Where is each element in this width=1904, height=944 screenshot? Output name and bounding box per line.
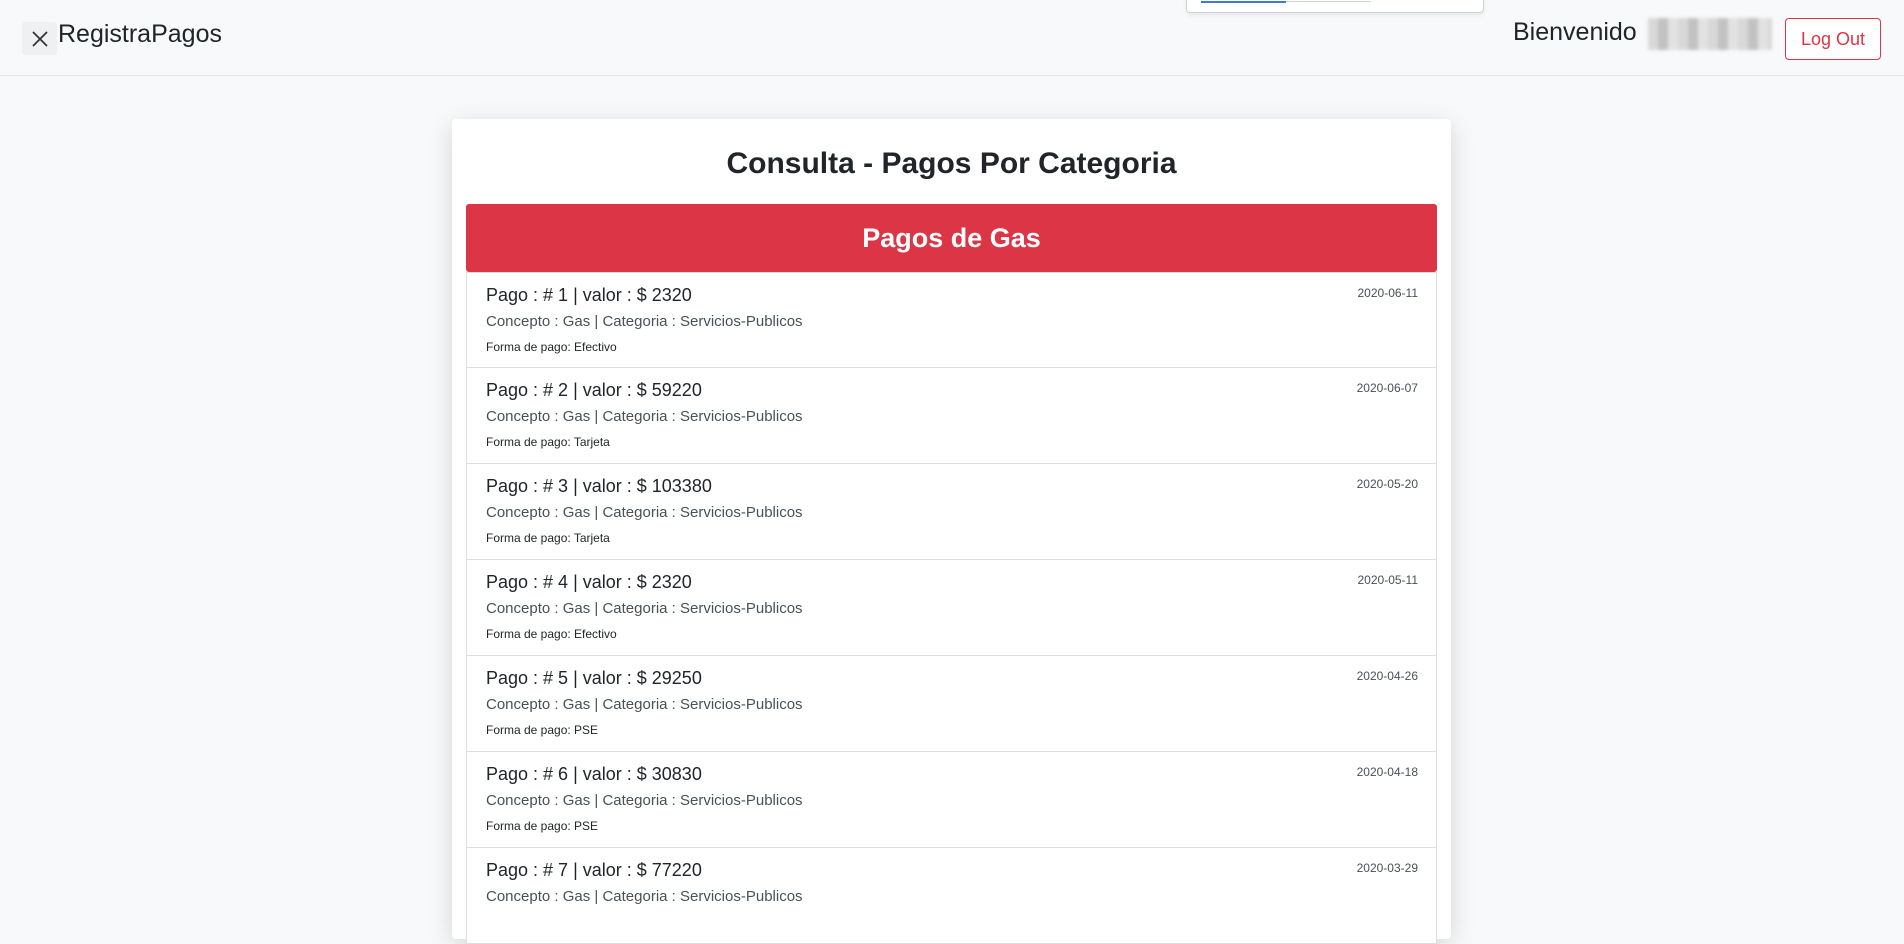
list-item[interactable]: Pago : # 1 | valor : $ 2320 2020-06-11 C… bbox=[466, 272, 1437, 368]
payment-concept: Concepto : Gas | Categoria : Servicios-P… bbox=[486, 888, 803, 905]
payment-title: Pago : # 2 | valor : $ 59220 bbox=[486, 380, 702, 400]
close-sidebar-button[interactable] bbox=[22, 22, 57, 55]
welcome-text: Bienvenido bbox=[1513, 18, 1637, 46]
payment-title: Pago : # 5 | valor : $ 29250 bbox=[486, 668, 702, 688]
payment-date: 2020-06-07 bbox=[1356, 381, 1418, 395]
payment-method: Forma de pago: Tarjeta bbox=[486, 435, 610, 449]
dropdown-active-indicator bbox=[1201, 1, 1286, 3]
username-redacted bbox=[1648, 18, 1772, 50]
dropdown-menu-fragment bbox=[1186, 0, 1484, 13]
brand-title[interactable]: RegistraPagos bbox=[58, 20, 222, 49]
list-item[interactable]: Pago : # 2 | valor : $ 59220 2020-06-07 … bbox=[466, 368, 1437, 464]
payment-title: Pago : # 7 | valor : $ 77220 bbox=[486, 860, 702, 880]
payment-date: 2020-03-29 bbox=[1356, 861, 1418, 875]
list-item[interactable]: Pago : # 3 | valor : $ 103380 2020-05-20… bbox=[466, 464, 1437, 560]
dropdown-divider bbox=[1286, 1, 1371, 2]
payment-date: 2020-06-11 bbox=[1357, 286, 1419, 300]
payment-concept: Concepto : Gas | Categoria : Servicios-P… bbox=[486, 696, 803, 713]
payment-concept: Concepto : Gas | Categoria : Servicios-P… bbox=[486, 792, 803, 809]
payment-date: 2020-05-11 bbox=[1357, 573, 1419, 587]
navbar: RegistraPagos Bienvenido Log Out bbox=[0, 0, 1904, 76]
list-item[interactable]: Pago : # 7 | valor : $ 77220 2020-03-29 … bbox=[466, 848, 1437, 944]
list-item[interactable]: Pago : # 6 | valor : $ 30830 2020-04-18 … bbox=[466, 752, 1437, 848]
payment-concept: Concepto : Gas | Categoria : Servicios-P… bbox=[486, 313, 803, 330]
payment-title: Pago : # 1 | valor : $ 2320 bbox=[486, 285, 692, 305]
payment-method: Forma de pago: Tarjeta bbox=[486, 531, 610, 545]
payment-method: Forma de pago: PSE bbox=[486, 723, 599, 737]
payment-title: Pago : # 3 | valor : $ 103380 bbox=[486, 476, 712, 496]
payments-list: Pago : # 1 | valor : $ 2320 2020-06-11 C… bbox=[466, 272, 1437, 944]
payment-date: 2020-05-20 bbox=[1356, 477, 1418, 491]
payment-method: Forma de pago: Efectivo bbox=[486, 627, 617, 641]
list-item[interactable]: Pago : # 4 | valor : $ 2320 2020-05-11 C… bbox=[466, 560, 1437, 656]
payment-title: Pago : # 6 | valor : $ 30830 bbox=[486, 764, 702, 784]
payment-concept: Concepto : Gas | Categoria : Servicios-P… bbox=[486, 408, 803, 425]
page-title: Consulta - Pagos Por Categoria bbox=[726, 147, 1177, 180]
payment-concept: Concepto : Gas | Categoria : Servicios-P… bbox=[486, 504, 803, 521]
payment-method: Forma de pago: PSE bbox=[486, 819, 599, 833]
logout-button[interactable]: Log Out bbox=[1785, 18, 1881, 60]
payment-method: Forma de pago: Efectivo bbox=[486, 340, 617, 354]
payment-title: Pago : # 4 | valor : $ 2320 bbox=[486, 572, 692, 592]
payment-date: 2020-04-26 bbox=[1356, 669, 1418, 683]
list-item[interactable]: Pago : # 5 | valor : $ 29250 2020-04-26 … bbox=[466, 656, 1437, 752]
close-icon bbox=[31, 30, 48, 47]
payment-date: 2020-04-18 bbox=[1356, 765, 1418, 779]
payment-concept: Concepto : Gas | Categoria : Servicios-P… bbox=[486, 600, 803, 617]
category-header: Pagos de Gas bbox=[466, 204, 1437, 272]
payments-card: Consulta - Pagos Por Categoria Pagos de … bbox=[452, 119, 1451, 944]
